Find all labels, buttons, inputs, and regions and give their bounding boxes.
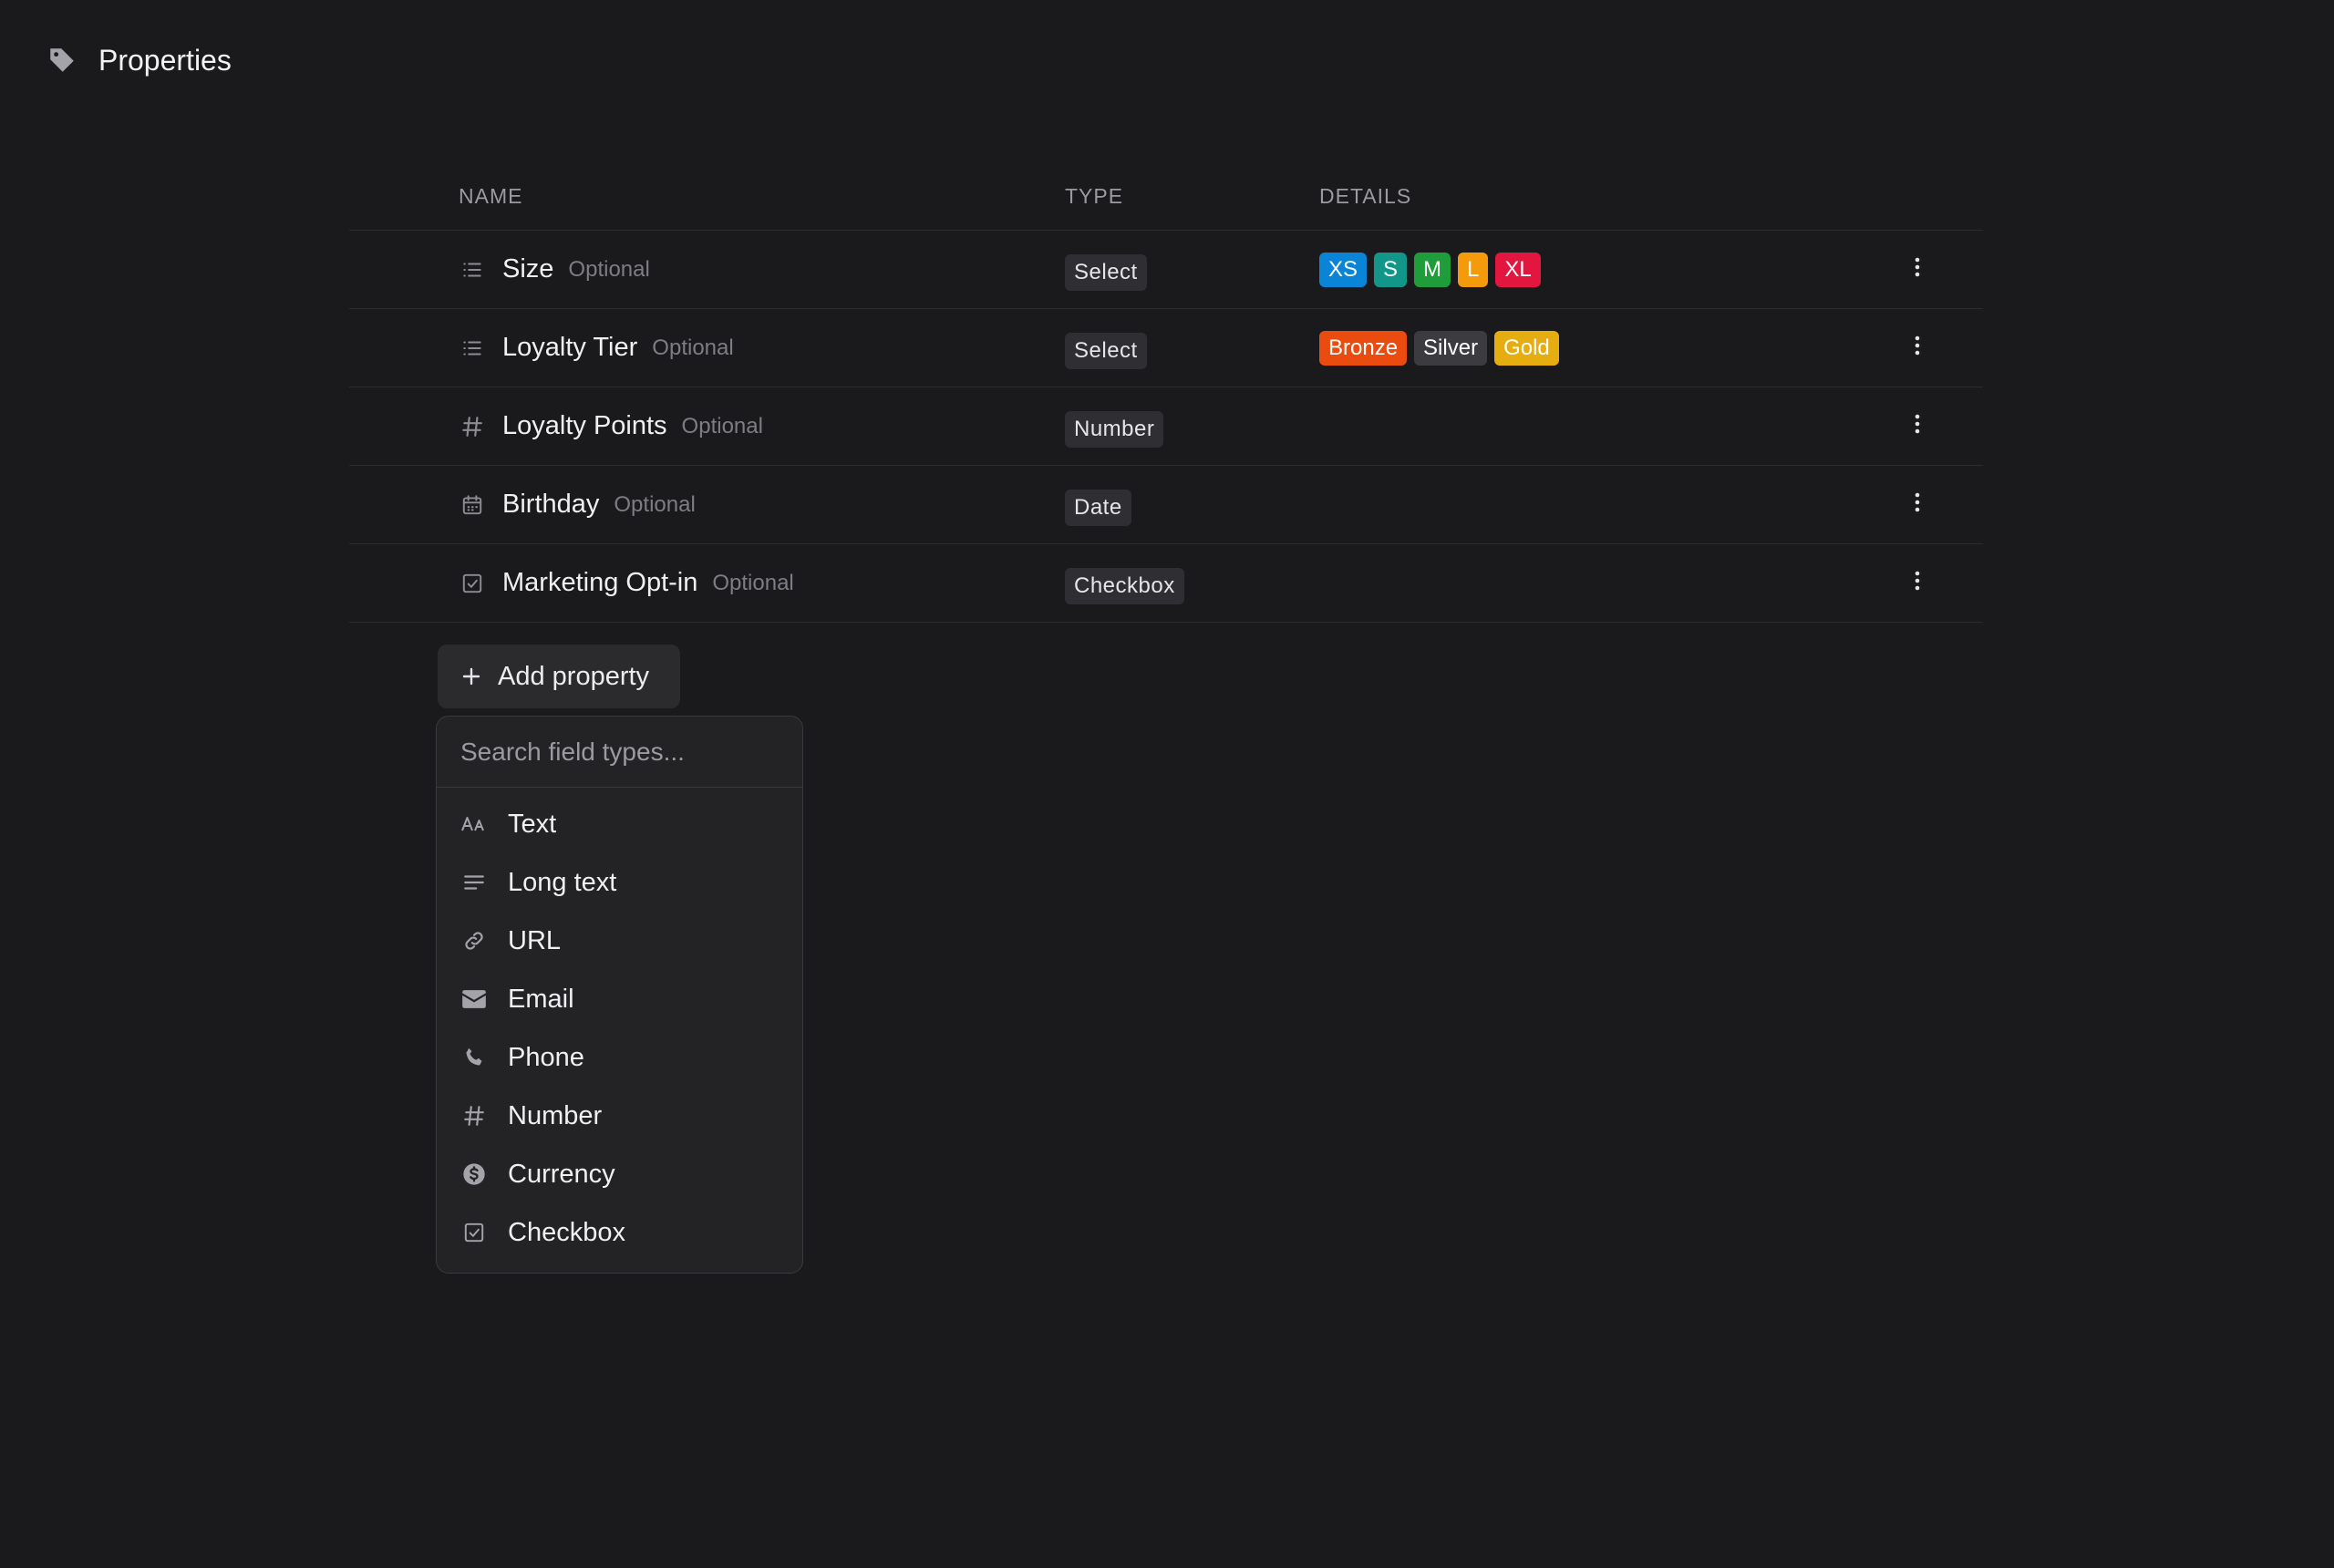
property-type-cell: Date	[1065, 466, 1131, 543]
text-icon	[460, 810, 488, 838]
phone-icon	[460, 1044, 488, 1071]
page-header: Properties	[46, 42, 232, 78]
search-input[interactable]	[460, 737, 770, 767]
property-name-cell: Loyalty Tier Optional	[459, 309, 734, 387]
option-chip: L	[1458, 252, 1489, 287]
field-type-label: Text	[508, 809, 557, 839]
field-type-option-currency[interactable]: Currency	[437, 1145, 802, 1203]
field-type-list: Text Long text URL Email Phone Number Cu…	[437, 788, 802, 1262]
hash-icon	[460, 1102, 488, 1130]
property-type-cell: Select	[1065, 309, 1147, 387]
property-name-cell: Birthday Optional	[459, 466, 696, 543]
property-details-cell: Bronze Silver Gold	[1319, 309, 1559, 387]
property-details-cell: XS S M L XL	[1319, 231, 1541, 308]
tag-icon	[46, 44, 78, 77]
menu-dots-icon	[1914, 413, 1921, 439]
page-title: Properties	[98, 43, 232, 77]
field-type-dropdown: Text Long text URL Email Phone Number Cu…	[436, 716, 803, 1274]
field-type-label: Number	[508, 1100, 603, 1130]
table-header: NAME TYPE DETAILS	[349, 162, 1983, 231]
type-badge: Checkbox	[1065, 567, 1184, 604]
row-menu-button[interactable]	[1899, 387, 1936, 465]
field-type-option-url[interactable]: URL	[437, 912, 802, 970]
property-name: Loyalty Tier	[502, 333, 638, 362]
row-menu-button[interactable]	[1899, 544, 1936, 622]
column-header-details: DETAILS	[1319, 184, 1412, 208]
field-type-label: Currency	[508, 1159, 615, 1189]
plus-icon	[458, 663, 485, 690]
property-name: Marketing Opt-in	[502, 568, 698, 597]
field-type-option-text[interactable]: Text	[437, 795, 802, 853]
property-type-cell: Checkbox	[1065, 544, 1184, 622]
option-chip: S	[1374, 252, 1408, 287]
field-type-option-long-text[interactable]: Long text	[437, 853, 802, 912]
property-name: Birthday	[502, 490, 600, 519]
field-type-label: Checkbox	[508, 1217, 625, 1247]
currency-icon	[460, 1161, 488, 1188]
row-menu-button[interactable]	[1899, 309, 1936, 387]
table-row[interactable]: Size Optional Select XS S M L XL	[349, 231, 1983, 309]
field-type-label: Phone	[508, 1042, 584, 1072]
add-property-button[interactable]: Add property	[438, 645, 680, 708]
type-badge: Date	[1065, 489, 1131, 526]
property-name-cell: Marketing Opt-in Optional	[459, 544, 794, 622]
option-chip: Bronze	[1319, 330, 1408, 366]
field-type-option-email[interactable]: Email	[437, 970, 802, 1028]
type-badge: Number	[1065, 410, 1164, 448]
option-chip: XL	[1495, 252, 1541, 287]
add-property-label: Add property	[498, 661, 650, 691]
field-type-label: Email	[508, 984, 574, 1014]
table-row[interactable]: Loyalty Tier Optional Select Bronze Silve…	[349, 309, 1983, 387]
checkbox-icon	[459, 570, 486, 597]
column-header-name: NAME	[459, 184, 523, 208]
property-type-cell: Select	[1065, 231, 1147, 308]
field-type-search	[437, 717, 802, 788]
checkbox-icon	[460, 1219, 488, 1246]
calendar-icon	[459, 491, 486, 519]
option-chip: Gold	[1494, 330, 1559, 366]
list-icon	[459, 256, 486, 284]
field-type-label: URL	[508, 925, 562, 955]
column-header-type: TYPE	[1065, 184, 1124, 208]
optional-label: Optional	[652, 335, 734, 360]
field-type-option-number[interactable]: Number	[437, 1087, 802, 1145]
field-type-option-checkbox[interactable]: Checkbox	[437, 1203, 802, 1262]
type-badge: Select	[1065, 332, 1147, 369]
row-menu-button[interactable]	[1899, 466, 1936, 543]
link-icon	[460, 927, 488, 954]
property-type-cell: Number	[1065, 387, 1164, 465]
property-name: Loyalty Points	[502, 411, 667, 440]
properties-table: NAME TYPE DETAILS Size Optional Select X…	[349, 162, 1983, 623]
row-menu-button[interactable]	[1899, 231, 1936, 308]
option-chip: Silver	[1414, 330, 1488, 366]
table-row[interactable]: Marketing Opt-in Optional Checkbox	[349, 544, 1983, 623]
long-text-icon	[460, 869, 488, 896]
menu-dots-icon	[1914, 256, 1921, 283]
optional-label: Optional	[614, 491, 696, 517]
optional-label: Optional	[712, 570, 794, 595]
list-icon	[459, 335, 486, 362]
menu-dots-icon	[1914, 491, 1921, 518]
property-name-cell: Loyalty Points Optional	[459, 387, 763, 465]
field-type-label: Long text	[508, 867, 617, 897]
property-name: Size	[502, 254, 554, 284]
optional-label: Optional	[681, 413, 763, 438]
option-chip: XS	[1319, 252, 1368, 287]
envelope-icon	[460, 985, 488, 1013]
table-row[interactable]: Loyalty Points Optional Number	[349, 387, 1983, 466]
menu-dots-icon	[1914, 570, 1921, 596]
menu-dots-icon	[1914, 335, 1921, 361]
optional-label: Optional	[568, 256, 650, 282]
hash-icon	[459, 413, 486, 440]
field-type-option-phone[interactable]: Phone	[437, 1028, 802, 1087]
type-badge: Select	[1065, 253, 1147, 291]
option-chip: M	[1414, 252, 1451, 287]
table-row[interactable]: Birthday Optional Date	[349, 466, 1983, 544]
property-name-cell: Size Optional	[459, 231, 650, 308]
